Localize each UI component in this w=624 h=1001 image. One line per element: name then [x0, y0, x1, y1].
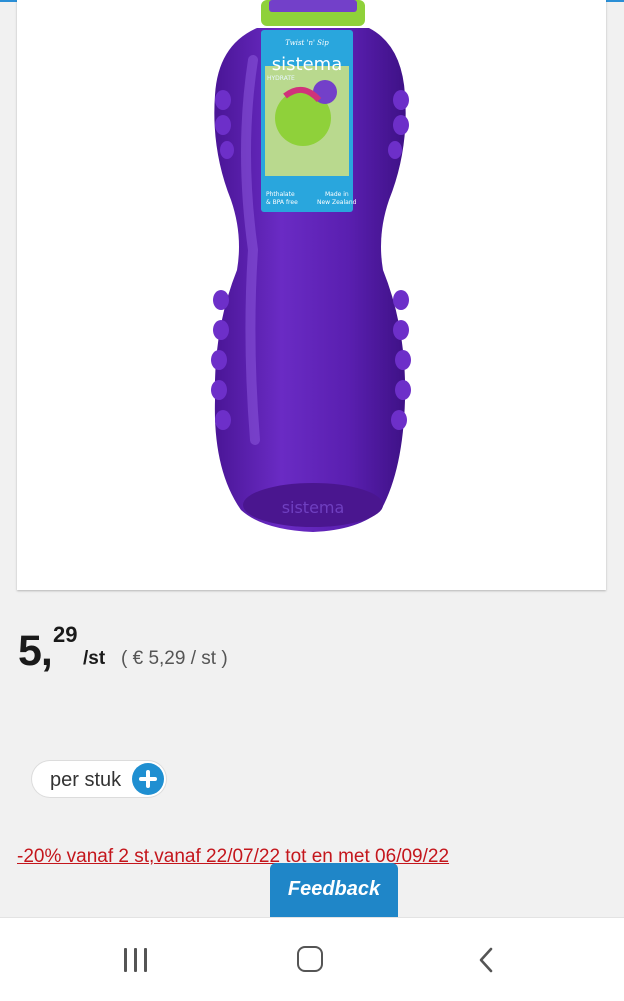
android-navigation-bar — [0, 917, 624, 1001]
add-to-cart-plus-icon[interactable] — [132, 763, 164, 795]
price-per-unit: ( € 5,29 / st ) — [121, 648, 228, 669]
recent-apps-icon[interactable] — [124, 948, 152, 972]
price-integer: 5, — [18, 627, 53, 675]
tag-subbrand: HYDRATE — [267, 75, 295, 82]
price-decimals: 29 — [53, 622, 78, 647]
tag-note-country: New Zealand — [317, 199, 357, 206]
bottle-base-emboss: sistema — [282, 498, 345, 517]
tag-note-made-in: Made in — [325, 191, 349, 198]
product-hang-tag: Twist 'n' Sip sistema HYDRATE Phthalate … — [261, 30, 357, 212]
tag-note-bpa: & BPA free — [266, 199, 298, 206]
bottle-cap — [269, 0, 357, 12]
tag-brand: sistema — [272, 54, 342, 75]
feedback-label: Feedback — [287, 878, 381, 900]
back-icon[interactable] — [474, 946, 498, 974]
unit-selector-label: per stuk — [50, 769, 122, 791]
feedback-button[interactable]: Feedback — [270, 863, 398, 917]
product-image: sistema Twist 'n' Sip sistema HYDRATE Ph… — [211, 0, 411, 532]
product-image-card[interactable]: sistema Twist 'n' Sip sistema HYDRATE Ph… — [17, 0, 606, 590]
unit-selector[interactable]: per stuk — [32, 761, 166, 797]
price-unit: /st — [83, 648, 106, 669]
home-icon[interactable] — [297, 946, 323, 972]
tag-slogan: Twist 'n' Sip — [285, 39, 329, 47]
tag-note-phthalate: Phthalate — [266, 191, 295, 198]
